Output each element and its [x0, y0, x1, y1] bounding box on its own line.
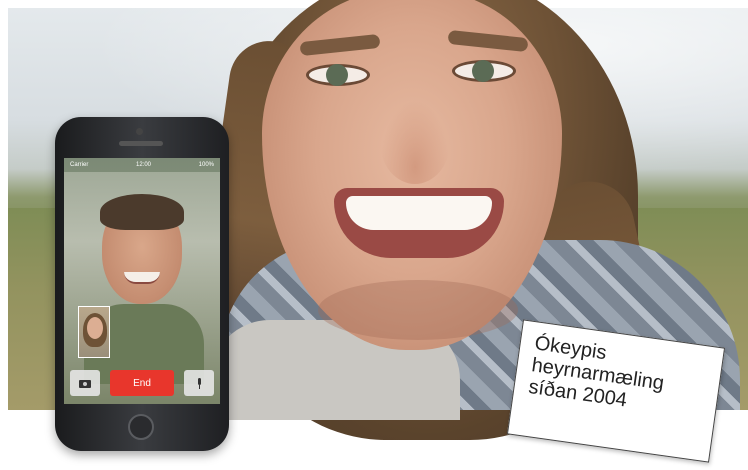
camera-icon	[79, 379, 91, 388]
mic-button[interactable]	[184, 370, 214, 396]
camera-button[interactable]	[70, 370, 100, 396]
phone-camera	[136, 128, 143, 135]
phone-speaker	[119, 141, 163, 146]
phone-screen: End Carrier 12:00 100%	[64, 158, 220, 404]
promo-banner: End Carrier 12:00 100% Ókeypis heyrnarmæ…	[0, 0, 748, 470]
phone-home-button	[128, 414, 154, 440]
woman-iris-left	[326, 64, 348, 86]
mic-icon	[197, 377, 201, 389]
woman-chin	[318, 280, 518, 340]
woman-nose	[380, 100, 450, 184]
self-view-thumbnail	[78, 306, 110, 358]
phone-status-bar: Carrier 12:00 100%	[64, 158, 220, 172]
video-call-view: End	[64, 172, 220, 404]
self-view-face	[87, 317, 103, 339]
status-battery: 100%	[198, 162, 214, 168]
caller-hair	[100, 194, 184, 230]
status-carrier: Carrier	[70, 162, 89, 168]
call-controls: End	[64, 368, 220, 398]
end-call-button[interactable]: End	[110, 370, 174, 396]
woman-iris-right	[472, 60, 494, 82]
woman-teeth	[346, 196, 492, 230]
card-text: Ókeypis heyrnarmæling síðan 2004	[527, 332, 668, 416]
status-time: 12:00	[135, 162, 151, 168]
